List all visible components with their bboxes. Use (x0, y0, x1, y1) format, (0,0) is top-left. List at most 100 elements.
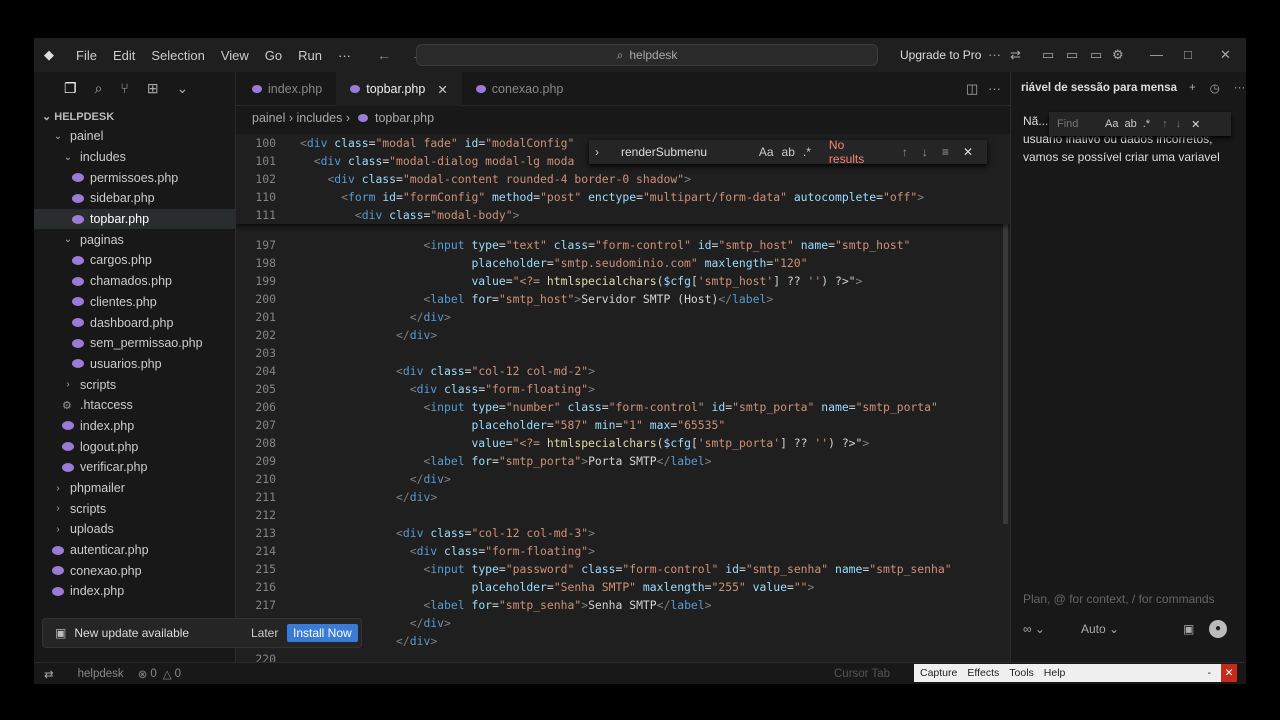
tree-item[interactable]: topbar.php (34, 208, 235, 230)
status-branch[interactable]: helpdesk (78, 668, 124, 680)
tree-item[interactable]: cargos.php (34, 250, 235, 271)
code-line[interactable]: 110 <form id="formConfig" method="post" … (236, 188, 1010, 206)
code-line[interactable]: 203 (236, 344, 1010, 362)
code-line[interactable]: 217 <label for="smtp_senha">Senha SMTP</… (236, 596, 1010, 614)
toggle-sidebar-icon[interactable]: ▭ (1042, 47, 1054, 63)
match-case-toggle[interactable]: Aa (1105, 118, 1118, 130)
code-line[interactable]: 213 <div class="col-12 col-md-3"> (236, 524, 1010, 542)
tree-item[interactable]: › phpmailer (34, 478, 235, 499)
tree-item[interactable]: permissoes.php (34, 167, 235, 188)
settings-gear-icon[interactable]: ⚙ (1112, 47, 1124, 63)
regex-toggle[interactable]: .* (803, 145, 811, 159)
code-line[interactable]: 205 <div class="form-floating"> (236, 380, 1010, 398)
menu-run[interactable]: Run (298, 48, 322, 63)
remote-icon[interactable]: ⇄ (44, 667, 54, 681)
explorer-title[interactable]: ⌄ HELPDESK (34, 104, 235, 126)
search-files-icon[interactable]: ⌕ (95, 80, 103, 97)
tab-topbar-php[interactable]: topbar.php ✕ (336, 72, 462, 106)
code-line[interactable]: 206 <input type="number" class="form-con… (236, 398, 1010, 416)
tab-index-php[interactable]: index.php (236, 72, 336, 106)
toggle-secondary-icon[interactable]: ▭ (1090, 47, 1102, 63)
regex-toggle[interactable]: .* (1143, 118, 1150, 130)
help-menu[interactable]: Help (1044, 667, 1066, 679)
tree-item[interactable]: ⚙ .htaccess (34, 395, 235, 416)
capture-menu[interactable]: Capture (920, 667, 957, 679)
breadcrumb-painel[interactable]: painel (252, 111, 285, 125)
chat-find-input[interactable]: Find (1057, 118, 1097, 130)
code-line[interactable]: 215 <input type="password" class="form-c… (236, 560, 1010, 578)
code-line[interactable]: 220 (236, 650, 1010, 662)
history-icon[interactable]: ◷ (1210, 81, 1220, 95)
menu-file[interactable]: File (76, 48, 97, 63)
code-line[interactable]: 212 (236, 506, 1010, 524)
tree-item[interactable]: conexao.php (34, 560, 235, 581)
code-line[interactable]: 198 placeholder="smtp.seudominio.com" ma… (236, 254, 1010, 272)
chat-title[interactable]: riável de sessão para mensa (1021, 82, 1177, 94)
install-now-button[interactable]: Install Now (287, 624, 358, 642)
extensions-icon[interactable]: ⊞ (147, 80, 159, 97)
toggle-panel-icon[interactable]: ▭ (1066, 47, 1078, 63)
tree-item[interactable]: sidebar.php (34, 188, 235, 209)
close-icon[interactable]: ✕ (1221, 664, 1237, 682)
microphone-icon[interactable]: ● (1209, 620, 1227, 638)
tab-conexao-php[interactable]: conexao.php (462, 72, 578, 106)
plus-icon[interactable]: + (1189, 82, 1196, 94)
tree-item[interactable]: index.php (34, 581, 235, 602)
maximize-icon[interactable]: □ (1184, 47, 1192, 62)
code-line[interactable]: 197 <input type="text" class="form-contr… (236, 236, 1010, 254)
arrow-up-icon[interactable]: ↑ (902, 145, 908, 159)
tree-item[interactable]: › uploads (34, 519, 235, 540)
tree-item[interactable]: ⌄ painel (34, 126, 235, 147)
code-line[interactable]: 211 </div> (236, 488, 1010, 506)
tree-item[interactable]: sem_permissao.php (34, 333, 235, 354)
warning-icon[interactable]: △ (163, 667, 172, 681)
more-icon[interactable]: ··· (1234, 82, 1246, 94)
code-line[interactable]: 207 placeholder="587" min="1" max="65535… (236, 416, 1010, 434)
chevron-down-icon[interactable]: ⌄ (177, 80, 189, 97)
code-line[interactable]: 208 value="<?= htmlspecialchars($cfg['sm… (236, 434, 1010, 452)
more-actions-icon[interactable]: ··· (988, 81, 1001, 96)
image-icon[interactable]: ▣ (1183, 622, 1194, 636)
code-line[interactable]: 214 <div class="form-floating"> (236, 542, 1010, 560)
upgrade-button[interactable]: Upgrade to Pro (900, 48, 981, 62)
tree-item[interactable]: ⌄ paginas (34, 229, 235, 250)
code-line[interactable]: 199 value="<?= htmlspecialchars($cfg['sm… (236, 272, 1010, 290)
tree-item[interactable]: › scripts (34, 498, 235, 519)
chevron-right-icon[interactable]: › (595, 145, 599, 159)
code-line[interactable]: 111 <div class="modal-body"> (236, 206, 1010, 224)
cursor-tab-status[interactable]: Cursor Tab (834, 668, 890, 680)
code-line[interactable]: 210 </div> (236, 470, 1010, 488)
sync-icon[interactable]: ⇄ (1010, 47, 1021, 63)
minimize-icon[interactable]: — (1150, 47, 1163, 62)
tree-item[interactable]: › scripts (34, 374, 235, 395)
menu-more[interactable]: ··· (338, 48, 351, 63)
tree-item[interactable]: ⌄ includes (34, 147, 235, 168)
error-icon[interactable]: ⊗ (138, 667, 148, 681)
later-button[interactable]: Later (251, 626, 278, 640)
arrow-down-icon[interactable]: ↓ (922, 145, 928, 159)
code-line[interactable]: 202 </div> (236, 326, 1010, 344)
menu-edit[interactable]: Edit (113, 48, 135, 63)
match-case-toggle[interactable]: Aa (759, 145, 774, 159)
tree-item[interactable]: index.php (34, 416, 235, 437)
close-window-icon[interactable]: ✕ (1220, 47, 1231, 63)
back-arrow-icon[interactable]: ← (377, 47, 391, 63)
source-control-icon[interactable]: ⑂ (120, 80, 128, 96)
code-line[interactable]: 209 <label for="smtp_porta">Porta SMTP</… (236, 452, 1010, 470)
tree-item[interactable]: clientes.php (34, 292, 235, 313)
command-search[interactable]: ⌕ helpdesk (416, 44, 878, 66)
tree-item[interactable]: dashboard.php (34, 312, 235, 333)
effects-menu[interactable]: Effects (967, 667, 999, 679)
find-input[interactable]: renderSubmenu (621, 145, 759, 159)
close-tab-icon[interactable]: ✕ (437, 82, 447, 97)
whole-word-toggle[interactable]: ab (1124, 118, 1136, 130)
code-line[interactable]: 216 placeholder="Senha SMTP" maxlength="… (236, 578, 1010, 596)
model-selector[interactable]: Auto ⌄ (1081, 622, 1119, 636)
menu-selection[interactable]: Selection (151, 48, 204, 63)
whole-word-toggle[interactable]: ab (782, 145, 795, 159)
tree-item[interactable]: usuarios.php (34, 354, 235, 375)
menu-go[interactable]: Go (265, 48, 282, 63)
code-line[interactable]: 204 <div class="col-12 col-md-2"> (236, 362, 1010, 380)
split-editor-icon[interactable]: ◫ (966, 81, 978, 97)
code-line[interactable]: 102 <div class="modal-content rounded-4 … (236, 170, 1010, 188)
